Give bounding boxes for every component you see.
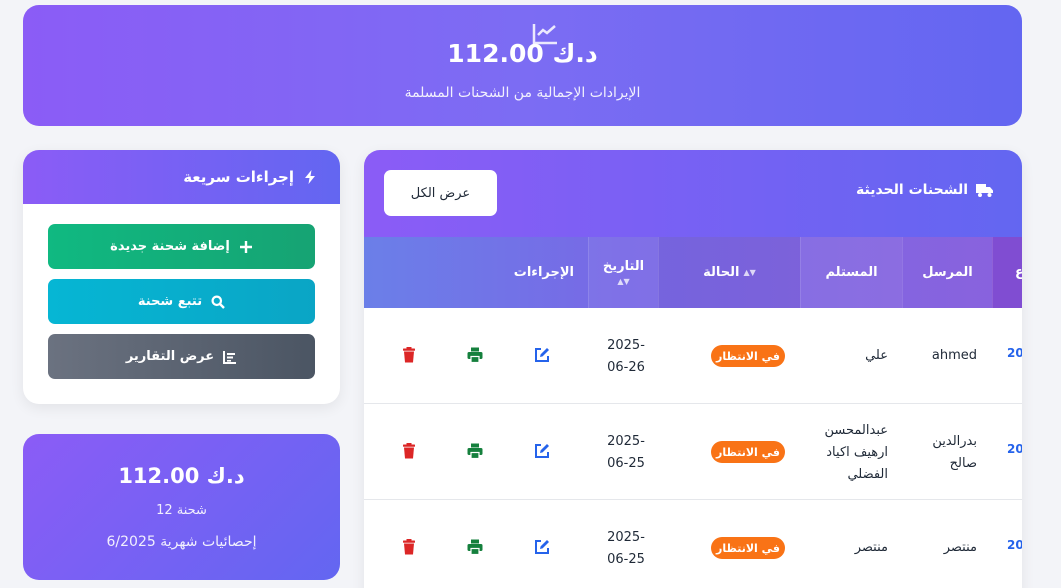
row-date-line1: 2025- bbox=[607, 434, 645, 449]
row-sender: منتصر bbox=[943, 540, 977, 555]
status-badge: في الانتظار bbox=[711, 441, 785, 463]
revenue-amount: 112.00 د.ك bbox=[447, 39, 598, 68]
trash-icon[interactable] bbox=[400, 442, 418, 460]
truck-icon bbox=[976, 184, 993, 197]
col-sender: المرسل bbox=[902, 237, 992, 308]
view-all-button[interactable]: عرض الكل bbox=[384, 170, 497, 216]
row-date-line2: 06-25 bbox=[607, 552, 645, 567]
row-receiver: علي bbox=[865, 348, 888, 363]
revenue-subtitle: الإيرادات الإجمالية من الشحنات المسلمة bbox=[404, 85, 641, 101]
track-shipment-button[interactable]: تتبع شحنة bbox=[48, 279, 315, 324]
edit-icon[interactable] bbox=[533, 538, 551, 556]
row-date-line2: 06-26 bbox=[607, 360, 645, 375]
chart-bar-icon bbox=[223, 350, 237, 364]
col-status[interactable]: الحالة ▲▼ bbox=[658, 237, 800, 308]
monthly-shipment-count: 12 شحنة bbox=[156, 503, 207, 518]
table-row: 2025- 06-26 في الانتظار علي ahmed 20 bbox=[364, 308, 1022, 404]
row-date-line1: 2025- bbox=[607, 530, 645, 545]
bolt-icon bbox=[305, 170, 315, 184]
row-id-link[interactable]: 20 bbox=[1007, 442, 1022, 456]
trash-icon[interactable] bbox=[400, 346, 418, 364]
revenue-banner: 112.00 د.ك الإيرادات الإجمالية من الشحنا… bbox=[23, 5, 1022, 126]
recent-shipments-title: الشحنات الحديثة bbox=[856, 182, 968, 198]
add-shipment-button[interactable]: إضافة شحنة جديدة bbox=[48, 224, 315, 269]
search-icon bbox=[211, 295, 225, 309]
row-sender: ahmed bbox=[931, 348, 977, 363]
monthly-stats-label: إحصائيات شهرية 6/2025 bbox=[106, 534, 257, 550]
shipments-table-header: الإجراءات التاريخ ▲▼ الحالة ▲▼ المستلم ا… bbox=[364, 237, 1022, 308]
row-date: 2025- 06-25 bbox=[594, 431, 658, 475]
track-shipment-label: تتبع شحنة bbox=[137, 294, 203, 309]
print-icon[interactable] bbox=[466, 442, 484, 460]
col-id: ع bbox=[992, 237, 1022, 308]
row-date-line1: 2025- bbox=[607, 338, 645, 353]
table-row: 2025- 06-25 في الانتظار منتصر منتصر 20 bbox=[364, 500, 1022, 588]
row-id-link[interactable]: 20 bbox=[1007, 538, 1022, 552]
quick-actions-title: إجراءات سريعة bbox=[183, 168, 294, 186]
edit-icon[interactable] bbox=[533, 346, 551, 364]
col-status-label: الحالة bbox=[703, 265, 740, 280]
trash-icon[interactable] bbox=[400, 538, 418, 556]
plus-icon bbox=[239, 240, 252, 253]
add-shipment-label: إضافة شحنة جديدة bbox=[110, 239, 230, 254]
recent-shipments-header: عرض الكل الشحنات الحديثة bbox=[364, 150, 1022, 237]
view-reports-button[interactable]: عرض التقارير bbox=[48, 334, 315, 379]
print-icon[interactable] bbox=[466, 538, 484, 556]
monthly-amount: 112.00 د.ك bbox=[118, 464, 245, 488]
col-date-label: التاريخ bbox=[602, 259, 645, 274]
row-id-link[interactable]: 20 bbox=[1007, 346, 1022, 360]
recent-shipments-card: عرض الكل الشحنات الحديثة الإجراءات التار… bbox=[364, 150, 1022, 588]
print-icon[interactable] bbox=[466, 346, 484, 364]
recent-shipments-title-wrap: الشحنات الحديثة bbox=[856, 182, 994, 198]
status-badge: في الانتظار bbox=[711, 537, 785, 559]
row-receiver: منتصر bbox=[854, 540, 888, 555]
row-date-line2: 06-25 bbox=[607, 456, 645, 471]
row-date: 2025- 06-25 bbox=[594, 527, 658, 571]
col-actions: الإجراءات bbox=[513, 265, 574, 280]
table-row: 2025- 06-25 في الانتظار عبدالمحسن ارهيف … bbox=[364, 404, 1022, 500]
view-reports-label: عرض التقارير bbox=[125, 349, 215, 364]
edit-icon[interactable] bbox=[533, 442, 551, 460]
col-date[interactable]: التاريخ ▲▼ bbox=[588, 237, 658, 308]
monthly-stats-card: 112.00 د.ك 12 شحنة إحصائيات شهرية 6/2025 bbox=[23, 434, 340, 580]
row-sender: بدرالدين صالح bbox=[932, 434, 977, 471]
quick-actions-card: إجراءات سريعة إضافة شحنة جديدة تتبع شحنة… bbox=[23, 150, 340, 404]
sort-icon: ▲▼ bbox=[617, 277, 630, 286]
status-badge: في الانتظار bbox=[711, 345, 785, 367]
col-receiver: المستلم bbox=[800, 237, 902, 308]
row-date: 2025- 06-26 bbox=[594, 335, 658, 379]
quick-actions-header: إجراءات سريعة bbox=[23, 150, 340, 204]
sort-icon: ▲▼ bbox=[743, 268, 756, 277]
row-receiver: عبدالمحسن ارهيف اكياد الفضلي bbox=[824, 423, 888, 482]
